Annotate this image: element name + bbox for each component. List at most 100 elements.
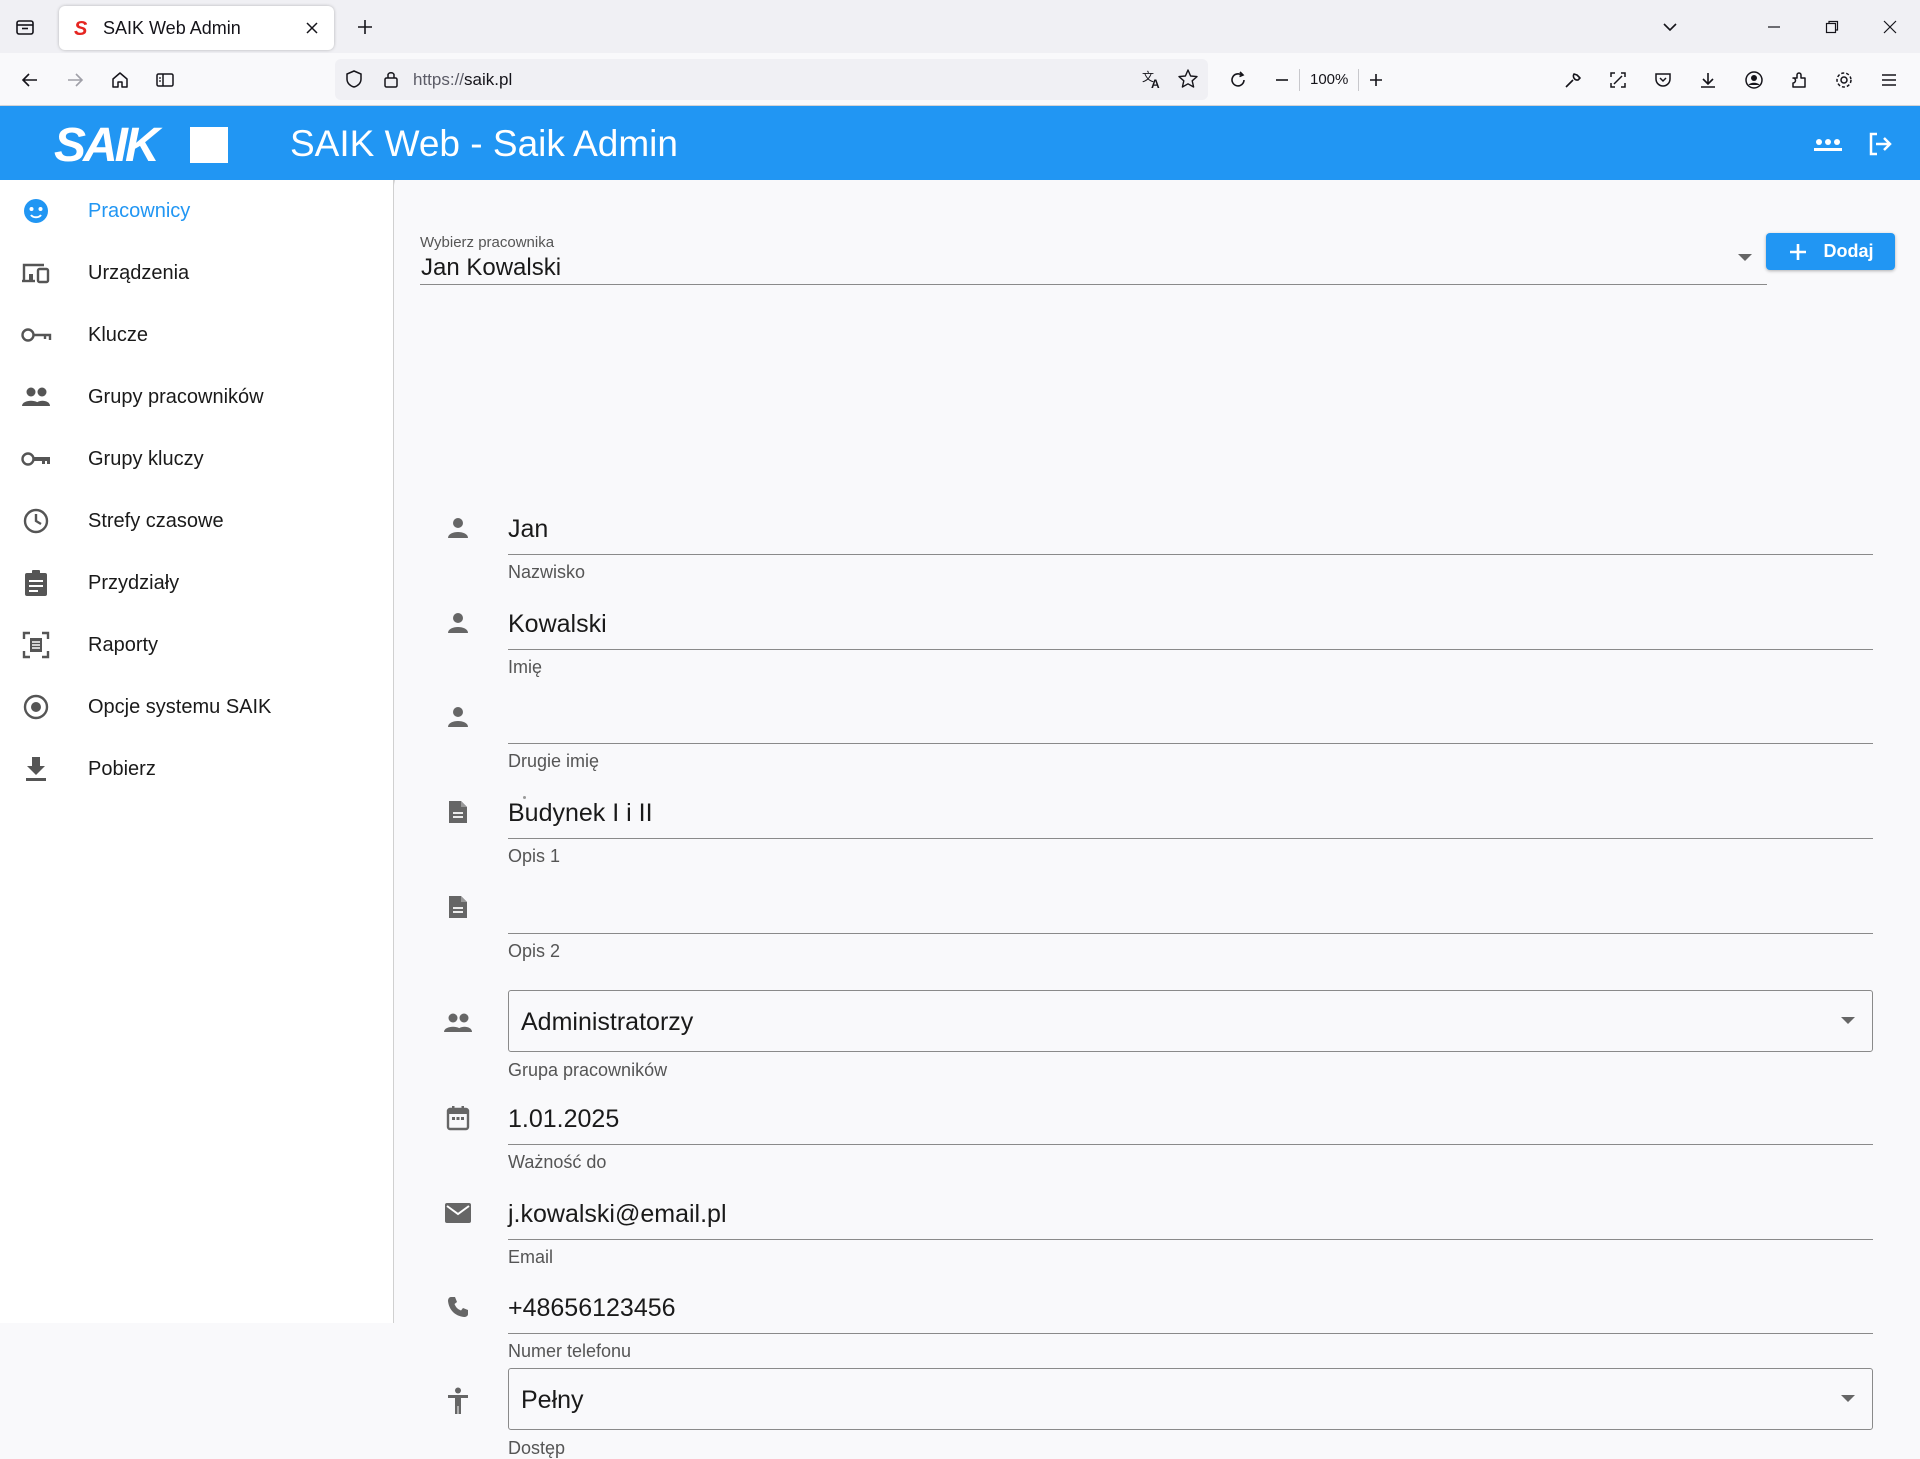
download-icon[interactable] xyxy=(1691,63,1725,97)
reader-view-icon[interactable] xyxy=(148,63,182,97)
waznosc-value: 1.01.2025 xyxy=(508,1105,620,1133)
clock-icon xyxy=(20,505,52,537)
home-icon[interactable] xyxy=(103,63,137,97)
sidebar-item-grupy-kluczy[interactable]: Grupy kluczy xyxy=(0,428,393,490)
vpn-key-icon xyxy=(20,319,52,351)
new-tab-icon[interactable] xyxy=(350,12,380,42)
shield-icon[interactable] xyxy=(339,64,369,94)
sidebar-item-label: Pobierz xyxy=(88,757,156,780)
screenshot-icon[interactable] xyxy=(1601,63,1635,97)
sidebar-item-pobierz[interactable]: Pobierz xyxy=(0,738,393,800)
reload-icon[interactable] xyxy=(1221,63,1255,97)
drugie-imie-input[interactable] xyxy=(508,680,1873,744)
zoom-in-icon[interactable] xyxy=(1359,63,1393,97)
assignment-icon xyxy=(20,567,52,599)
sidebar-item-raporty[interactable]: Raporty xyxy=(0,614,393,676)
sidebar-item-urzadzenia[interactable]: Urządzenia xyxy=(0,242,393,304)
chevron-down-icon[interactable] xyxy=(1655,12,1685,42)
sidebar-item-opcje-systemu[interactable]: Opcje systemu SAIK xyxy=(0,676,393,738)
field-grupa-pracownikow: Administratorzy Grupa pracowników xyxy=(395,978,1920,1080)
logout-icon[interactable] xyxy=(1860,124,1900,164)
field-waznosc-do: 1.01.2025 Ważność do xyxy=(395,1081,1920,1175)
extensions-icon[interactable] xyxy=(1782,63,1816,97)
phone-icon xyxy=(443,1292,473,1322)
wrench-icon[interactable] xyxy=(1556,63,1590,97)
sidebar-item-klucze[interactable]: Klucze xyxy=(0,304,393,366)
sidebar-item-label: Przydziały xyxy=(88,571,180,594)
devices-icon xyxy=(20,257,52,289)
back-icon[interactable] xyxy=(13,63,47,97)
waznosc-input[interactable]: 1.01.2025 xyxy=(508,1081,1873,1145)
people-icon xyxy=(20,381,52,413)
browser-nav-bar: https://saik.pl 文A 100% xyxy=(0,53,1920,106)
sidebar-item-strefy-czasowe[interactable]: Strefy czasowe xyxy=(0,490,393,552)
tab-list-icon[interactable] xyxy=(10,12,40,42)
person-icon xyxy=(443,702,473,732)
settings-gear-icon[interactable] xyxy=(1827,63,1861,97)
waznosc-label: Ważność do xyxy=(508,1152,607,1172)
close-tab-icon[interactable] xyxy=(302,18,322,38)
imie-label: Imię xyxy=(508,657,543,677)
sidebar-item-label: Urządzenia xyxy=(88,261,190,284)
email-value: j.kowalski@email.pl xyxy=(508,1200,727,1228)
person-icon xyxy=(443,608,473,638)
imie-input[interactable]: Kowalski xyxy=(508,586,1873,650)
minimize-icon[interactable] xyxy=(1752,8,1796,46)
browser-tab[interactable]: S SAIK Web Admin xyxy=(59,6,334,50)
nazwisko-input[interactable]: Jan xyxy=(508,491,1873,555)
opis-2-label: Opis 2 xyxy=(508,941,561,961)
menu-hamburger-icon[interactable] xyxy=(1872,63,1906,97)
opis-1-label: Opis 1 xyxy=(508,846,561,866)
opis-1-input[interactable]: Budynek I i II xyxy=(508,775,1873,839)
saik-logo: SAIK xyxy=(52,119,232,172)
sidebar-item-label: Pracownicy xyxy=(88,199,191,222)
account-icon[interactable] xyxy=(1737,63,1771,97)
sidebar-item-grupy-pracownikow[interactable]: Grupy pracowników xyxy=(0,366,393,428)
grupa-value: Administratorzy xyxy=(521,1008,694,1036)
bookmark-star-icon[interactable] xyxy=(1173,64,1203,94)
close-window-icon[interactable] xyxy=(1868,8,1912,46)
field-dostep: Pełny Dostęp xyxy=(395,1356,1920,1458)
zoom-out-icon[interactable] xyxy=(1265,63,1299,97)
zoom-level[interactable]: 100% xyxy=(1299,69,1360,91)
tab-title: SAIK Web Admin xyxy=(103,17,241,38)
forward-icon[interactable] xyxy=(58,63,92,97)
person-icon xyxy=(443,513,473,543)
pocket-icon[interactable] xyxy=(1646,63,1680,97)
dropdown-arrow-icon[interactable] xyxy=(1838,1011,1858,1031)
employee-select[interactable]: Wybierz pracownika Jan Kowalski xyxy=(420,230,1767,285)
app-title: SAIK Web - Saik Admin xyxy=(290,123,678,164)
telefon-input[interactable]: +48656123456 xyxy=(508,1270,1873,1334)
add-button[interactable]: Dodaj xyxy=(1766,233,1895,270)
lock-icon[interactable] xyxy=(376,64,406,94)
grupa-label: Grupa pracowników xyxy=(508,1060,668,1080)
field-opis-2: Opis 2 xyxy=(395,870,1920,964)
grupa-select[interactable]: Administratorzy xyxy=(508,990,1873,1052)
description-icon xyxy=(443,892,473,922)
password-icon[interactable] xyxy=(1808,124,1848,164)
address-bar[interactable]: https://saik.pl 文A xyxy=(335,59,1208,100)
sidebar-item-label: Grupy kluczy xyxy=(88,447,204,470)
email-input[interactable]: j.kowalski@email.pl xyxy=(508,1176,1873,1240)
sidebar-item-label: Opcje systemu SAIK xyxy=(88,695,272,718)
dostep-label: Dostęp xyxy=(508,1438,566,1458)
translate-icon[interactable]: 文A xyxy=(1137,64,1167,94)
dostep-select[interactable]: Pełny xyxy=(508,1368,1873,1430)
drugie-imie-label: Drugie imię xyxy=(508,751,600,771)
sidebar-item-label: Raporty xyxy=(88,633,159,656)
dropdown-arrow-icon[interactable] xyxy=(1735,248,1755,268)
url-host: saik.pl xyxy=(464,70,513,89)
url-text[interactable]: https://saik.pl xyxy=(413,70,512,90)
dropdown-arrow-icon[interactable] xyxy=(1838,1389,1858,1409)
saik-favicon-icon: S xyxy=(71,18,91,38)
face-icon xyxy=(20,195,52,227)
add-button-label: Dodaj xyxy=(1823,241,1874,261)
opis-2-input[interactable] xyxy=(508,870,1873,934)
restore-icon[interactable] xyxy=(1810,8,1854,46)
nazwisko-label: Nazwisko xyxy=(508,562,586,582)
browser-tab-bar: S SAIK Web Admin xyxy=(0,0,1920,53)
field-email: j.kowalski@email.pl Email xyxy=(395,1176,1920,1270)
sidebar-item-pracownicy[interactable]: Pracownicy xyxy=(0,180,393,242)
sidebar-item-przydzialy[interactable]: Przydziały xyxy=(0,552,393,614)
svg-text:SAIK: SAIK xyxy=(54,120,163,168)
